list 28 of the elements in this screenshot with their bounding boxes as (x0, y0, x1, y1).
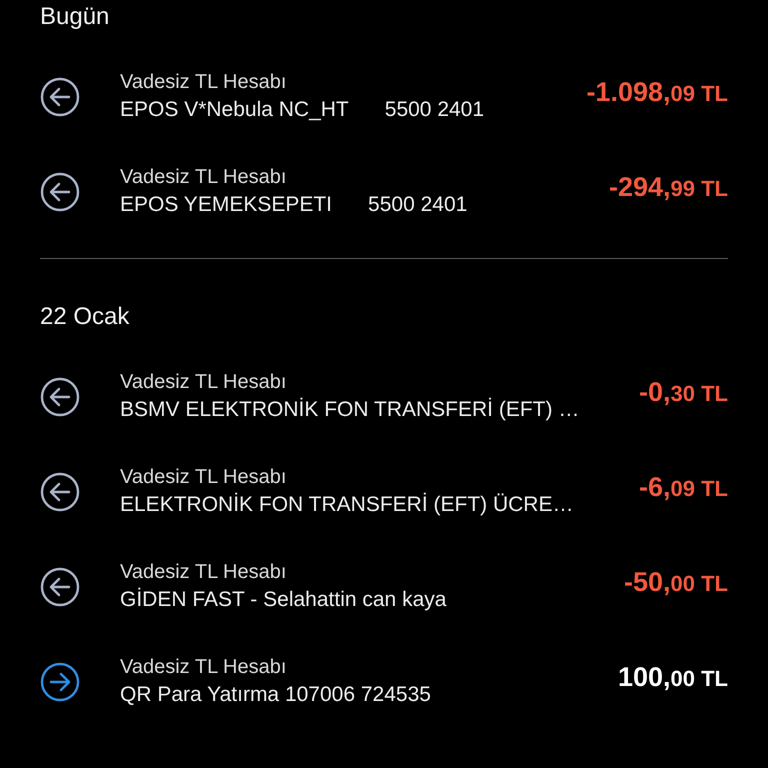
account-name: Vadesiz TL Hesabı (120, 465, 286, 490)
transaction-description: BSMV ELEKTRONİK FON TRANSFERİ (EFT) … (120, 396, 580, 423)
amount: -0,30 TL (638, 377, 728, 408)
left-arrow-circle-icon (40, 376, 80, 416)
right-arrow-circle-icon (40, 662, 80, 702)
amount: -294,99 TL (608, 172, 728, 203)
left-arrow-circle-icon (40, 566, 80, 606)
left-arrow-circle-icon (40, 472, 80, 512)
amount: -1.098,09 TL (586, 77, 728, 108)
amount: -6,09 TL (638, 472, 728, 503)
amount: 100,00 TL (618, 662, 728, 693)
account-name: Vadesiz TL Hesabı (120, 560, 286, 585)
transaction-description: GİDEN FAST - Selahattin can kaya (120, 586, 446, 613)
account-name: Vadesiz TL Hesabı (120, 70, 286, 95)
left-arrow-circle-icon (40, 172, 80, 212)
transaction-description: QR Para Yatırma 107006 724535 (120, 682, 431, 708)
date-heading: Bugün (40, 2, 110, 31)
transaction-description: EPOS V*Nebula NC_HT (120, 97, 349, 123)
reference-number: 5500 2401 (368, 192, 468, 218)
reference-number: 5500 2401 (384, 97, 484, 123)
left-arrow-circle-icon (40, 76, 80, 116)
transaction-description: EPOS YEMEKSEPETI (120, 192, 332, 218)
account-name: Vadesiz TL Hesabı (120, 165, 286, 190)
account-name: Vadesiz TL Hesabı (120, 655, 286, 680)
account-name: Vadesiz TL Hesabı (120, 370, 286, 395)
amount: -50,00 TL (624, 567, 728, 598)
transaction-description: ELEKTRONİK FON TRANSFERİ (EFT) ÜCRE… (120, 492, 574, 518)
date-heading: 22 Ocak (40, 303, 130, 331)
